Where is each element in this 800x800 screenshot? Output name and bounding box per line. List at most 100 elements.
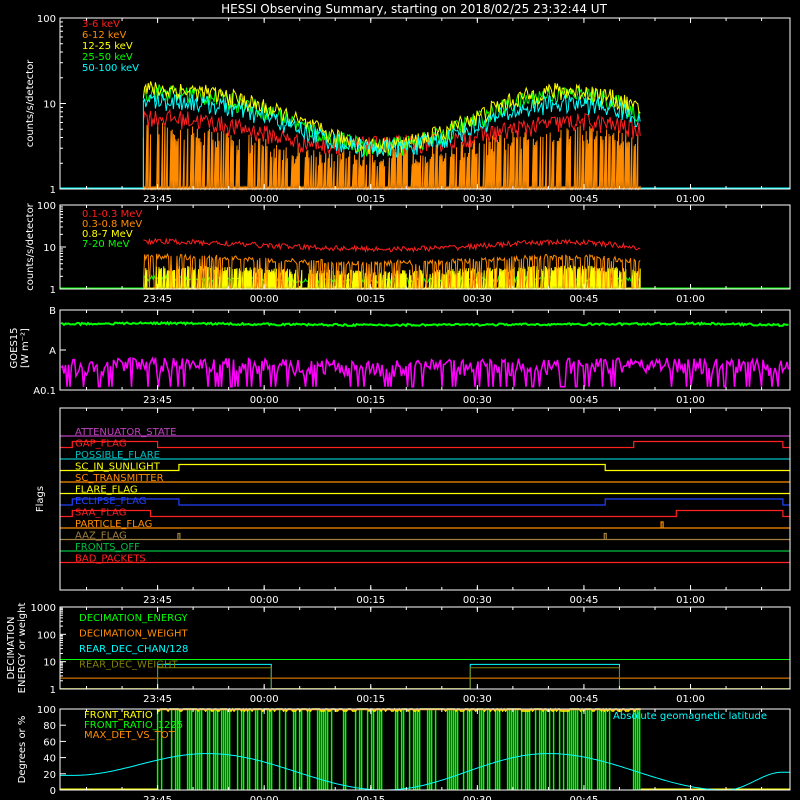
flags-time-label: 00:45 (570, 595, 599, 606)
counts-low-legend-entry: 50-100 keV (82, 63, 139, 74)
goes-time-label: 00:15 (356, 395, 385, 406)
flags-ylabel: Flags (35, 486, 46, 512)
counts-low-time-label: 00:00 (250, 194, 279, 205)
ratio-ytick-label: 60 (43, 737, 56, 748)
counts-low-ytick-label: 1 (50, 185, 56, 196)
ratio-time-label: 23:45 (143, 795, 172, 800)
ratio-time-label: 01:00 (676, 795, 705, 800)
counts-low-time-label: 01:00 (676, 194, 705, 205)
goes-ytick-label: B (49, 306, 56, 317)
counts-high-ytick-label: 10 (43, 243, 56, 254)
ratio-front-1225-bars (156, 709, 641, 790)
ratio-ylabel: Degrees or % (17, 716, 28, 784)
goes-panel: 23:45 00:00 00:15 00:30 00:45 01:00 A0.1 A B GOES… (9, 306, 791, 406)
flag-label: FRONTS_OFF (75, 542, 140, 553)
counts-low-ytick-label: 100 (37, 14, 56, 25)
goes-time-label: 00:45 (570, 395, 599, 406)
decimation-time-label: 23:45 (143, 694, 172, 705)
summary-figure: HESSI Observing Summary, starting on 201… (6, 2, 791, 800)
flags-time-label: 23:45 (143, 595, 172, 606)
goes-time-label: 23:45 (143, 395, 172, 406)
goes-ylabel-line2: [W m⁻²] (20, 328, 31, 368)
flag-line (60, 440, 790, 449)
decimation-legend-entry: DECIMATION_ENERGY (79, 613, 188, 624)
counts-low-time-label: 00:30 (463, 194, 492, 205)
goes-time-label: 00:30 (463, 395, 492, 406)
flag-line (60, 509, 790, 518)
goes-series-1 (60, 356, 790, 388)
counts-low-legend-entry: 3-6 keV (82, 19, 120, 30)
counts-high-series-0 (143, 237, 641, 254)
counts-high-time-label: 01:00 (676, 294, 705, 305)
counts-high-ylabel: counts/s/detector (25, 202, 36, 290)
counts-low-legend-entry: 6-12 keV (82, 30, 126, 41)
flag-spike (660, 521, 664, 528)
ratio-time-label: 00:15 (356, 795, 385, 800)
decimation-ytick-label: 1 (50, 685, 56, 696)
counts-high-time-label: 00:15 (356, 294, 385, 305)
flag-label: POSSIBLE_FLARE (75, 450, 160, 461)
decimation-time-label: 00:30 (463, 694, 492, 705)
decimation-time-label: 00:45 (570, 694, 599, 705)
decimation-time-label: 00:15 (356, 694, 385, 705)
goes-ylabel-line1: GOES15 (9, 327, 20, 368)
flag-label: PARTICLE_FLAG (75, 519, 152, 530)
ratio-geomag-latitude-line (60, 753, 790, 791)
counts-high-ytick-label: 1 (50, 285, 56, 296)
flag-label: SC_IN_SUNLIGHT (75, 462, 161, 473)
decimation-ytick-label: 100 (37, 630, 56, 641)
flags-time-label: 00:15 (356, 595, 385, 606)
goes-time-label: 00:00 (250, 395, 279, 406)
counts-low-time-label: 00:45 (570, 194, 599, 205)
ratio-time-label: 00:30 (463, 795, 492, 800)
decimation-legend-entry: REAR_DEC_WEIGHT (79, 660, 178, 671)
flag-label: ECLIPSE_FLAG (75, 496, 146, 507)
figure-title: HESSI Observing Summary, starting on 201… (221, 2, 607, 16)
ratio-ytick-label: 40 (43, 754, 56, 765)
ratio-ytick-label: 0 (50, 786, 56, 797)
decimation-ylabel-line2: ENERGY or weight (17, 603, 28, 694)
decimation-ytick-label: 10 (43, 658, 56, 669)
flag-spike (603, 532, 607, 540)
flags-panel: ATTENUATOR_STATEGAP_FLAGPOSSIBLE_FLARESC… (35, 407, 791, 606)
counts-high-time-label: 00:00 (250, 294, 279, 305)
flag-label: BAD_PACKETS (75, 554, 146, 565)
flag-line (60, 498, 790, 506)
flags-time-label: 00:00 (250, 595, 279, 606)
flags-time-label: 00:30 (463, 595, 492, 606)
decimation-legend-entry: DECIMATION_WEIGHT (79, 629, 188, 640)
ratio-geomag-label: Absolute geomagnetic latitude (613, 711, 767, 722)
counts-low-time-label: 23:45 (143, 194, 172, 205)
goes-time-label: 01:00 (676, 395, 705, 406)
goes-ytick-label: A0.1 (33, 386, 56, 397)
decimation-time-label: 00:00 (250, 694, 279, 705)
counts-low-ytick-label: 10 (43, 100, 56, 111)
counts-high-legend-entry: 7-20 MeV (82, 239, 130, 250)
counts-high-time-label: 00:45 (570, 294, 599, 305)
flag-label: ATTENUATOR_STATE (75, 427, 176, 438)
counts-low-time-label: 00:15 (356, 194, 385, 205)
counts-high-time-label: 23:45 (143, 294, 172, 305)
counts-low-legend-entry: 25-50 keV (82, 52, 133, 63)
ratio-ytick-label: 100 (37, 705, 56, 716)
decimation-ytick-label: 1000 (31, 603, 56, 614)
flag-label: GAP_FLAG (75, 439, 127, 450)
goes-series-0 (60, 320, 789, 328)
counts-high-ytick-label: 100 (37, 201, 56, 212)
flags-time-label: 01:00 (676, 595, 705, 606)
ratio-time-label: 00:45 (570, 795, 599, 800)
counts-low-legend-entry: 12-25 keV (82, 41, 133, 52)
flag-line (60, 463, 790, 472)
flag-label: SC_TRANSMITTER (75, 473, 164, 484)
counts-low-series-1 (142, 122, 641, 191)
counts-high-time-label: 00:30 (463, 294, 492, 305)
counts-low-panel: 23:45 00:00 00:15 00:30 00:45 01:00 1 10 100 coun… (25, 14, 791, 205)
flag-label: SAA_FLAG (75, 508, 126, 519)
decimation-time-label: 01:00 (676, 694, 705, 705)
decimation-legend-entry: REAR_DEC_CHAN/128 (79, 644, 188, 655)
counts-high-panel: 23:45 00:00 00:15 00:30 00:45 01:00 1 10 100coun… (25, 201, 791, 305)
flag-spike (177, 532, 181, 540)
ratio-ytick-label: 80 (43, 721, 56, 732)
flag-label: FLARE_FLAG (75, 485, 138, 496)
flag-label: AAZ_FLAG (75, 531, 127, 542)
